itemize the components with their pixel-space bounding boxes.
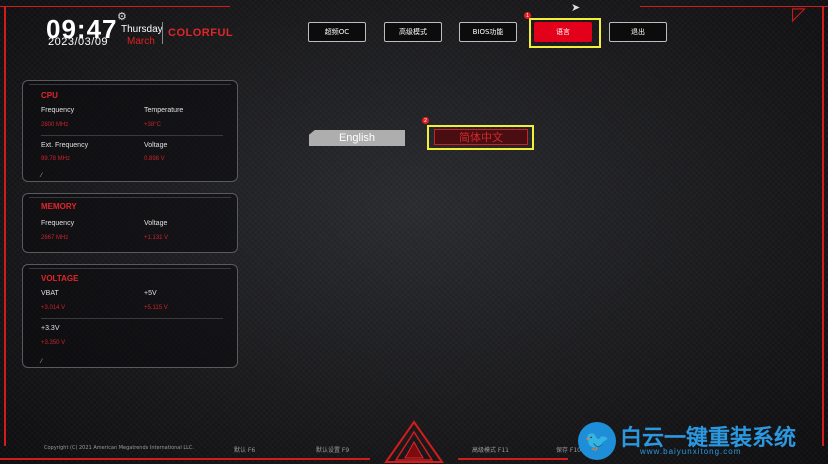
v5-label: +5V <box>144 290 157 297</box>
step-marker-1: 1 <box>524 12 531 19</box>
voltage-separator <box>41 318 223 319</box>
v5-value: +5.115 V <box>144 305 168 311</box>
copyright-text: Copyright (C) 2021 American Megatrends I… <box>44 445 194 451</box>
weekday: Thursday <box>121 24 163 35</box>
memory-frequency-value: 2667 MHz <box>41 235 69 241</box>
language-tab-highlight <box>529 18 601 48</box>
twitter-bird-icon: 🐦 <box>578 422 616 460</box>
cpu-panel: CPU Frequency 2800 MHz Temperature +38°C… <box>22 80 238 182</box>
nav-advanced-button[interactable]: 高级模式 <box>384 22 442 42</box>
voltage-panel: VOLTAGE VBAT +3.014 V +5V +5.115 V +3.3V… <box>22 264 238 368</box>
frame-bottom-right <box>458 458 568 460</box>
memory-voltage-label: Voltage <box>144 220 168 227</box>
corner-decoration-icon: ◸ <box>792 4 806 24</box>
vbat-label: VBAT <box>41 290 59 297</box>
frame-top-left <box>0 6 230 7</box>
nav-oc-button[interactable]: 超频OC <box>308 22 366 42</box>
colorful-emblem-icon <box>384 420 444 463</box>
colorful-logo: COLORFUL <box>168 27 234 39</box>
footer-defaults-hotkey[interactable]: 默认 F6 <box>234 445 255 454</box>
watermark-url: www.baiyunxitong.com <box>640 447 742 456</box>
cpu-voltage-label: Voltage <box>144 142 168 149</box>
step-marker-2: 2 <box>422 117 429 124</box>
nav-bios-button[interactable]: BIOS功能 <box>459 22 517 42</box>
memory-panel: MEMORY Frequency 2667 MHz Voltage +1.131… <box>22 193 238 253</box>
cpu-title: CPU <box>41 91 58 100</box>
frame-right <box>822 6 824 446</box>
clock-date: 2023/03/09 <box>48 36 109 48</box>
cpu-temperature-label: Temperature <box>144 107 184 114</box>
chinese-option-highlight <box>427 125 534 150</box>
v33-value: +3.350 V <box>41 340 66 346</box>
frame-left <box>4 6 6 446</box>
mouse-cursor-icon: ➤ <box>571 2 581 14</box>
cpu-ext-frequency-label: Ext. Frequency <box>41 142 89 149</box>
footer-load-defaults-hotkey[interactable]: 默认设置 F9 <box>316 445 349 454</box>
language-english-option[interactable]: English <box>309 130 405 146</box>
footer-save-hotkey[interactable]: 保存 F10 <box>556 445 581 454</box>
memory-title: MEMORY <box>41 202 77 211</box>
cpu-separator <box>41 135 223 136</box>
cpu-frequency-label: Frequency <box>41 107 75 114</box>
header-divider <box>162 22 163 44</box>
memory-voltage-value: +1.131 V <box>144 235 169 241</box>
cpu-temperature-value: +38°C <box>144 122 161 128</box>
cpu-frequency-value: 2800 MHz <box>41 122 69 128</box>
v33-label: +3.3V <box>41 325 60 332</box>
month: March <box>127 36 155 47</box>
frame-bottom-left <box>0 458 370 460</box>
cpu-ext-frequency-value: 99.78 MHz <box>41 156 71 162</box>
gear-icon[interactable]: ⚙ <box>117 10 127 23</box>
cpu-voltage-value: 0.898 V <box>144 156 165 162</box>
memory-frequency-label: Frequency <box>41 220 75 227</box>
voltage-title: VOLTAGE <box>41 274 79 283</box>
footer-advanced-hotkey[interactable]: 高级模式 F11 <box>472 445 509 454</box>
nav-exit-button[interactable]: 退出 <box>609 22 667 42</box>
vbat-value: +3.014 V <box>41 305 66 311</box>
